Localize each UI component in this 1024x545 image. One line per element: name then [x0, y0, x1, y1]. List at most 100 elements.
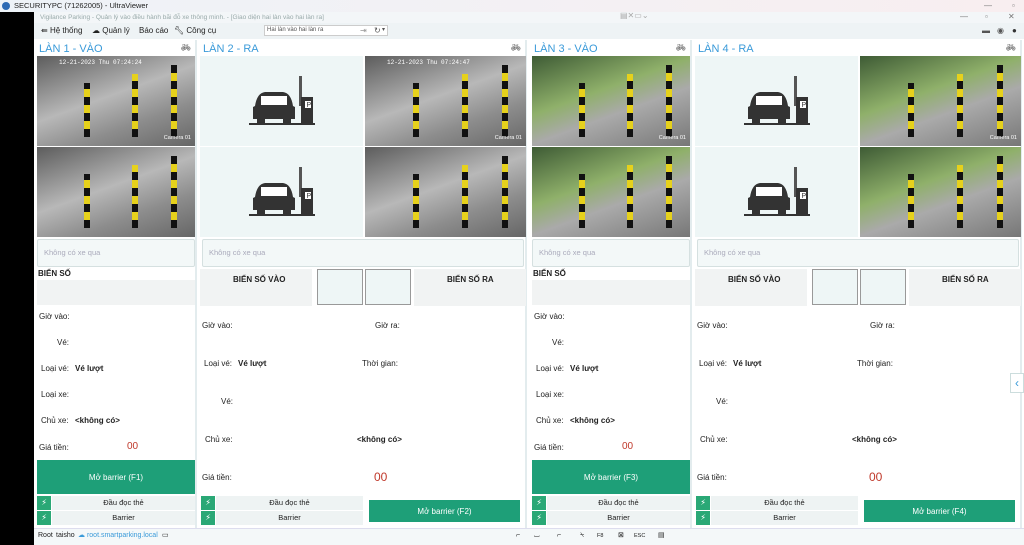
plate-display: Không có xe qua — [697, 239, 1019, 267]
field-loai_xe: Loại xe: — [41, 390, 70, 399]
status-name: taisho — [56, 532, 75, 539]
lane-panel-4: LÀN 4 - RA 🚲︎ P P Camera 01 Không có xe qua BI… — [694, 40, 1022, 528]
exit-icon[interactable]: ⇥ — [360, 23, 367, 39]
maximize-icon[interactable]: ▫ — [985, 12, 988, 21]
menu-tools[interactable]: 🔧︎ Công cụ — [174, 23, 216, 39]
plate-in-image — [317, 269, 363, 305]
app-title: Vigilance Parking - Quản lý vào điều hàn… — [40, 14, 324, 21]
field-gia_tien: Giá tiền: — [534, 443, 564, 452]
camera-placeholder: P — [695, 147, 858, 237]
barrier-up-icon[interactable]: ⌐ — [516, 529, 520, 543]
plug-icon: ⚡︎ — [201, 496, 215, 510]
motorbike-icon[interactable]: 🚲︎ — [181, 43, 191, 52]
field-gia_tien: Giá tiền: — [39, 443, 69, 452]
barrier-down-icon[interactable]: ⌴ — [534, 529, 540, 543]
app-titlebar: Vigilance Parking - Quản lý vào điều hàn… — [34, 12, 1024, 23]
remote-window-titlebar: SECURITYPC (71262005) - UltraViewer — [0, 0, 1024, 12]
open-barrier-button[interactable]: Mở barrier (F1) — [37, 460, 195, 494]
field-chu_xe: Chủ xe: — [205, 435, 233, 444]
restore-remote-icon[interactable]: ▫ — [1012, 1, 1015, 10]
field-gio_vao: Giờ vào: — [534, 312, 565, 321]
barrier-status: Barrier — [547, 511, 690, 525]
field-gio_vao: Giờ vào: — [202, 321, 233, 330]
motorbike-icon[interactable]: 🚲︎ — [511, 43, 521, 52]
price-value: 00 — [869, 470, 883, 484]
no-camera-icon[interactable]: ⊠ — [618, 529, 624, 543]
camera-view[interactable] — [860, 147, 1021, 237]
user-icon[interactable]: ● — [1012, 23, 1017, 39]
field-loai_ve: Loại vé: — [204, 359, 233, 368]
menu-system-label: Hệ thống — [49, 26, 83, 35]
window-title: SECURITYPC (71262005) - UltraViewer — [14, 1, 149, 10]
camera-timestamp: 12-21-2023 Thu 07:24:24 — [59, 59, 142, 66]
car-barrier-icon: P — [743, 76, 810, 125]
menu-reports-label: Báo cáo — [139, 26, 169, 35]
price-value: 00 — [622, 441, 634, 452]
owner-value: <không có> — [570, 416, 615, 425]
plug-icon: ⚡︎ — [696, 496, 710, 510]
camera-view[interactable] — [37, 147, 195, 237]
menu-reports[interactable]: Báo cáo — [139, 23, 168, 39]
side-panel-toggle[interactable]: ‹ — [1010, 373, 1024, 393]
ticket-type-value: Vé lượt — [733, 359, 762, 368]
refresh-icon[interactable]: ↻ — [374, 23, 381, 39]
menu-manage[interactable]: ☁ Quản lý — [92, 23, 130, 39]
lane-title: LÀN 2 - RA — [203, 43, 259, 55]
globe-icon[interactable]: ◉ — [997, 23, 1004, 39]
barrier-icon[interactable]: ⌐ — [557, 529, 561, 543]
field-gio_vao: Giờ vào: — [39, 312, 70, 321]
camera-view[interactable]: 12-21-2023 Thu 07:24:24 Camera 01 — [37, 56, 195, 146]
motorbike-icon[interactable]: 🚲︎ — [1006, 43, 1016, 52]
cancel-signal-icon[interactable]: ⍀ — [580, 529, 584, 543]
menu-tools-label: Công cụ — [186, 26, 217, 35]
camera-view[interactable] — [365, 147, 526, 237]
camera-view[interactable]: Camera 01 — [860, 56, 1021, 146]
field-gio_ra: Giờ ra: — [870, 321, 895, 330]
plate-label: BIỂN SỐ — [38, 269, 71, 278]
open-barrier-button[interactable]: Mở barrier (F4) — [864, 500, 1015, 522]
barrier-status: Barrier — [711, 511, 858, 525]
report-icon[interactable]: ▤ — [658, 529, 665, 543]
camera-view[interactable]: 12-21-2023 Thu 07:24:47 Camera 01 — [365, 56, 526, 146]
chevron-down-icon: ▾ — [381, 27, 385, 33]
camera-view[interactable] — [532, 147, 690, 237]
price-value: 00 — [374, 470, 388, 484]
black-margin — [0, 12, 34, 545]
field-loai_ve: Loại vé: — [699, 359, 728, 368]
minimize-remote-icon[interactable]: — — [984, 1, 992, 10]
plate-out-image — [365, 269, 411, 305]
plate-out-label: BIỂN SỐ RA — [942, 275, 989, 284]
keyboard-icon[interactable]: ▬ — [982, 23, 990, 39]
remote-toolbar-icons[interactable]: ▤✕▭⌄ — [620, 11, 649, 20]
open-barrier-button[interactable]: Mở barrier (F2) — [369, 500, 520, 522]
motorbike-icon[interactable]: 🚲︎ — [676, 43, 686, 52]
plate-value — [37, 280, 195, 305]
owner-value: <không có> — [852, 435, 897, 444]
card-reader-status: Đầu đọc thẻ — [216, 496, 363, 510]
lane-panel-2: LÀN 2 - RA 🚲︎ P P 12-21-2023 Thu 07:24:47 Cam… — [199, 40, 527, 528]
status-server-label: root.smartparking.local — [86, 532, 158, 539]
field-gia_tien: Giá tiền: — [202, 473, 232, 482]
camera-label: Camera 01 — [658, 135, 686, 141]
layout-select-value: Hai làn vào hai làn ra — [267, 27, 324, 33]
field-ve: Vé: — [552, 338, 565, 347]
plate-in-label: BIỂN SỐ VÀO — [233, 275, 286, 284]
lane-title: LÀN 4 - RA — [698, 43, 754, 55]
field-gio_ra: Giờ ra: — [375, 321, 400, 330]
lane-title: LÀN 1 - VÀO — [39, 43, 103, 55]
plug-icon: ⚡︎ — [696, 511, 710, 525]
ticket-type-value: Vé lượt — [75, 364, 104, 373]
key-f8[interactable]: F8 — [597, 529, 603, 543]
camera-placeholder: P — [695, 56, 858, 146]
minimize-icon[interactable]: — — [960, 12, 968, 21]
menu-system[interactable]: ⇚ Hệ thống — [41, 23, 82, 39]
folder-icon[interactable]: ▭ — [162, 529, 169, 543]
open-barrier-button[interactable]: Mở barrier (F3) — [532, 460, 690, 494]
camera-view[interactable]: Camera 01 — [532, 56, 690, 146]
key-esc[interactable]: ESC — [634, 529, 645, 543]
plate-display: Không có xe qua — [37, 239, 195, 267]
field-loai_ve: Loại vé: — [41, 364, 70, 373]
car-barrier-icon: P — [743, 167, 810, 216]
layout-select[interactable]: Hai làn vào hai làn ra ▾ — [264, 25, 388, 36]
close-icon[interactable]: ✕ — [1008, 12, 1015, 21]
